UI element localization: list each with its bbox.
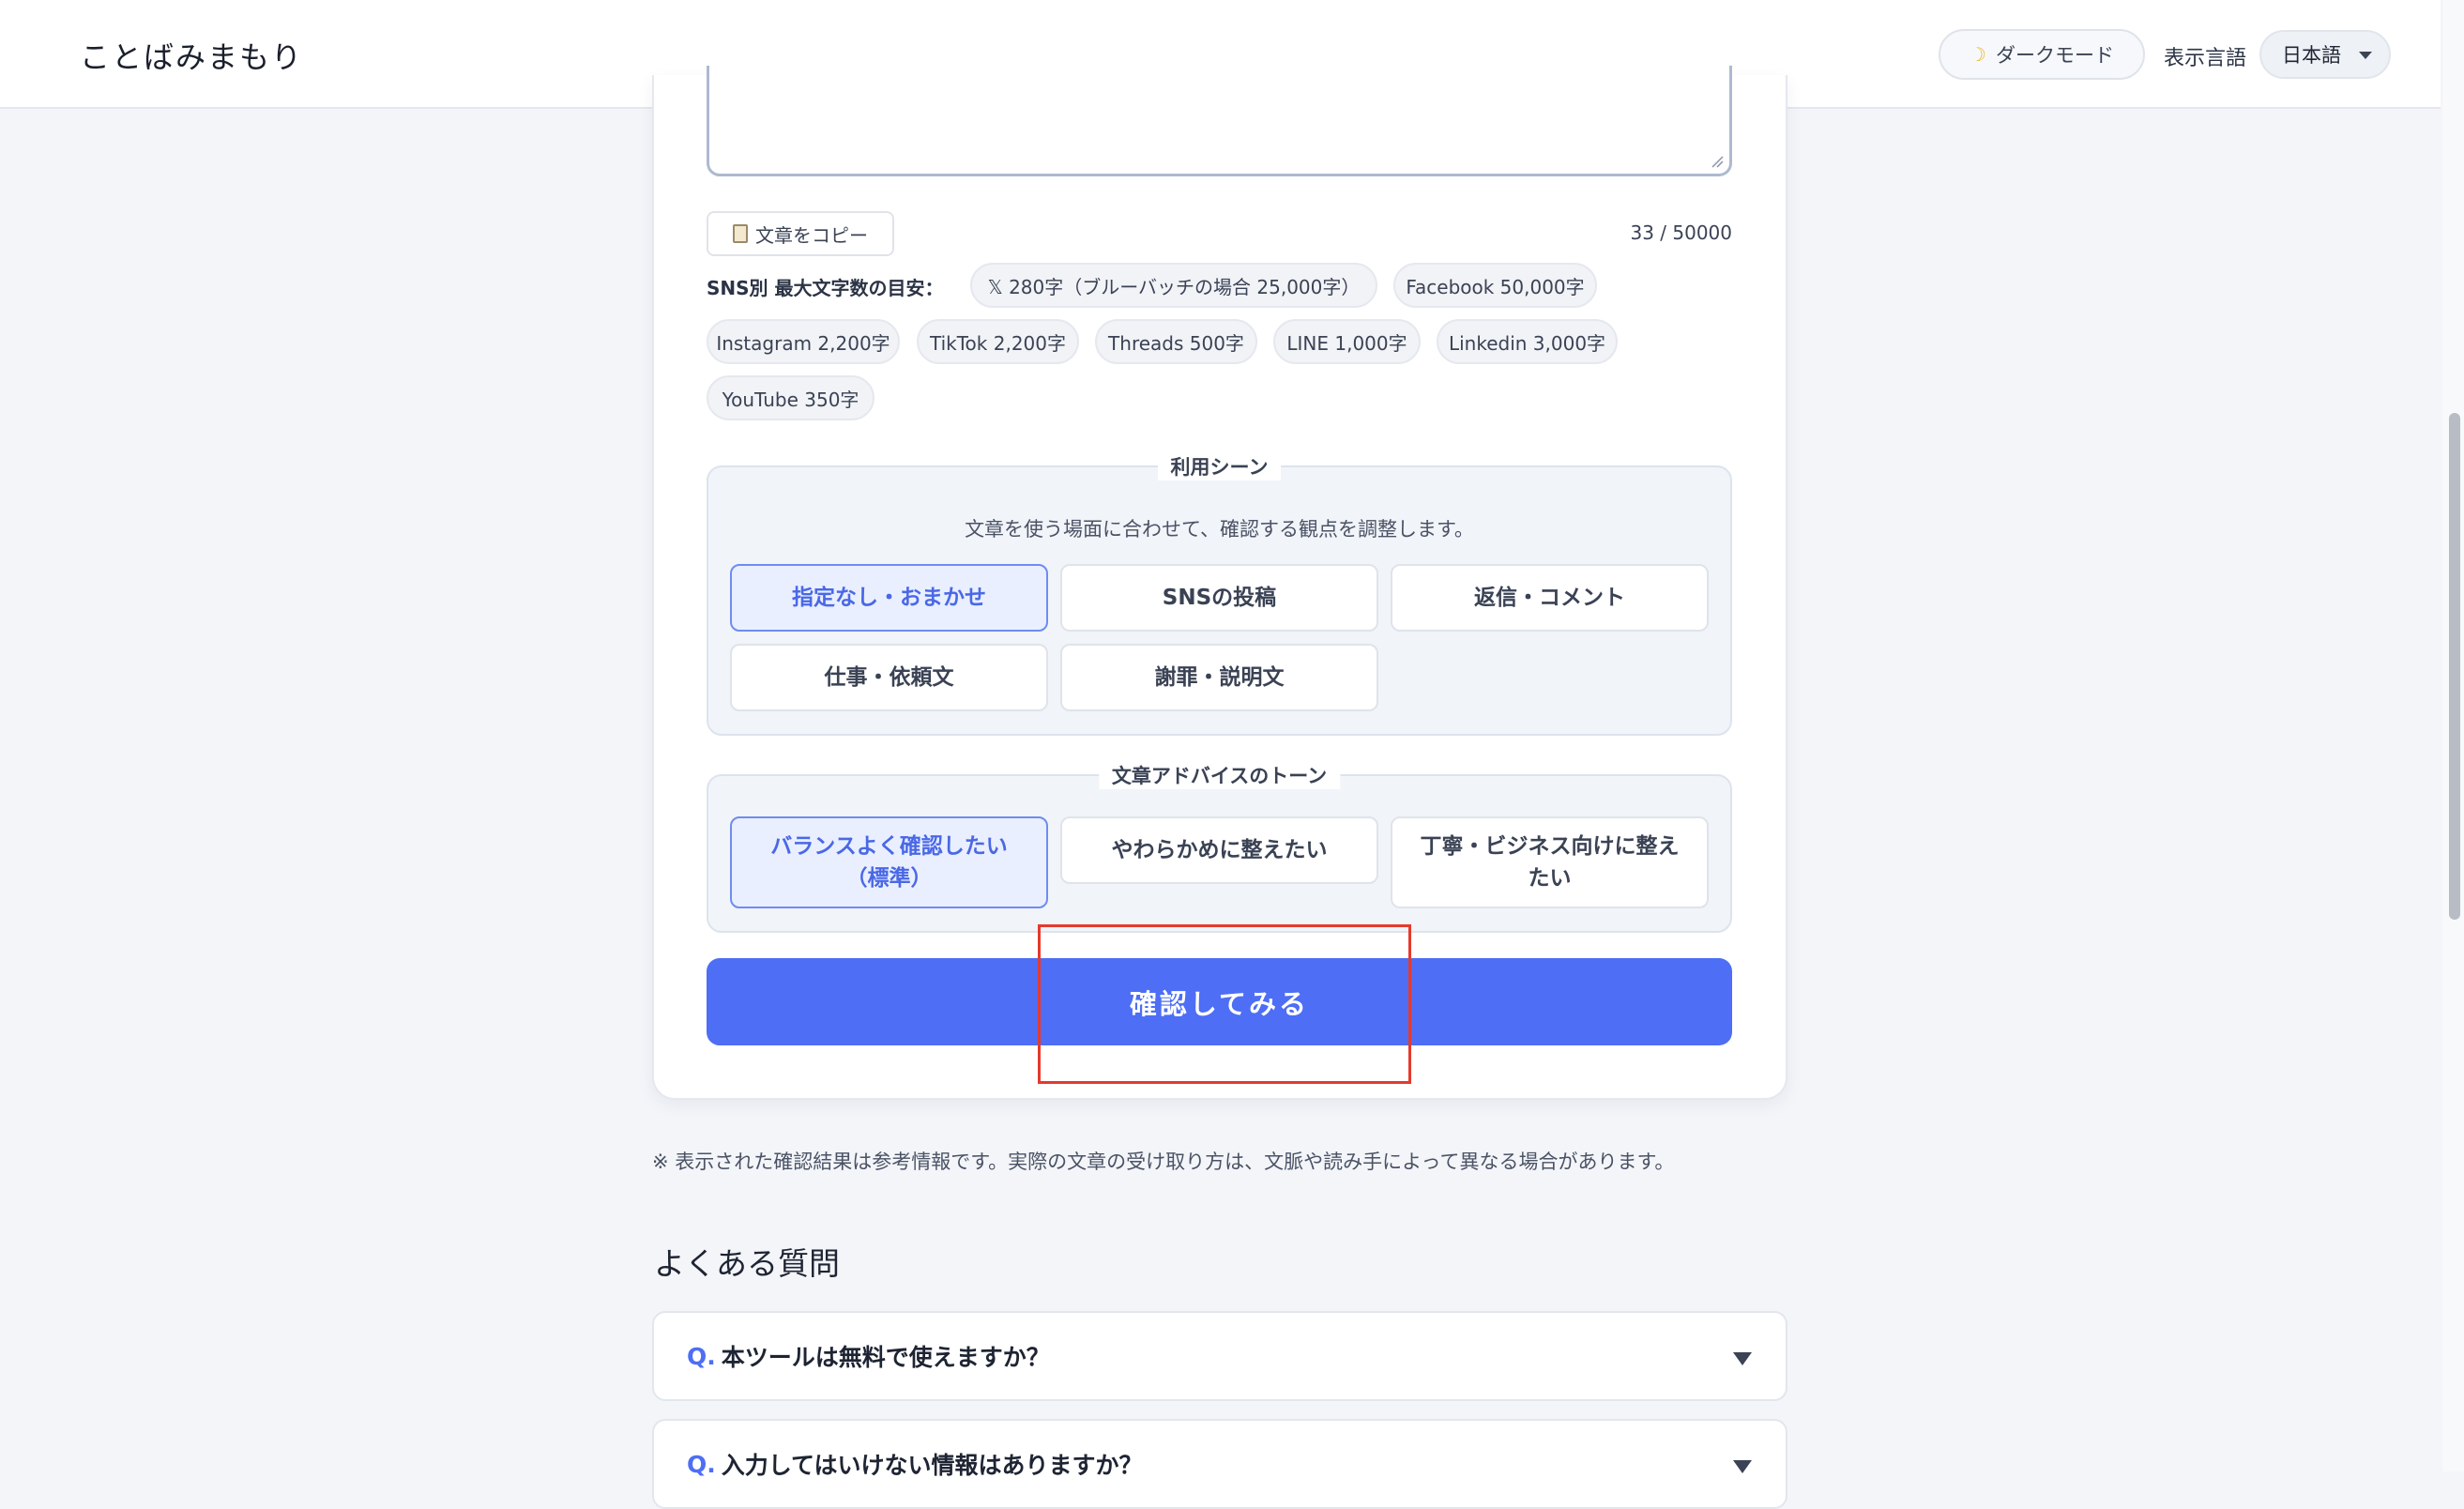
sns-chip-youtube: YouTube 350字 [707,375,875,420]
text-input-area[interactable] [707,66,1732,176]
site-logo[interactable]: ことばみまもり [80,34,303,77]
scene-option-work[interactable]: 仕事・依頼文 [730,644,1048,711]
faq-q-prefix: Q. [687,1342,716,1370]
scene-legend: 利用シーン [1157,452,1282,480]
language-label: 表示言語 [2164,47,2247,70]
language-select[interactable]: 日本語 [2259,30,2391,79]
moon-icon: ☽ [1970,43,1986,66]
tone-legend: 文章アドバイスのトーン [1098,761,1341,789]
dark-mode-button[interactable]: ☽ ダークモード [1939,29,2145,80]
chevron-down-icon [2359,52,2372,59]
sns-chip-line: LINE 1,000字 [1273,319,1421,364]
sns-chip-threads: Threads 500字 [1095,319,1257,364]
copy-text-button[interactable]: 文章をコピー [707,211,894,256]
faq-title: よくある質問 [654,1245,840,1282]
faq-question: 入力してはいけない情報はありますか？ [721,1452,1143,1479]
character-counter: 33 / 50000 [1630,221,1732,244]
sns-chip-linkedin: Linkedin 3,000字 [1437,319,1618,364]
scene-option-auto[interactable]: 指定なし・おまかせ [730,564,1048,632]
sns-chip-x: 𝕏 280字（ブルーバッチの場合 25,000字） [970,263,1377,308]
language-value: 日本語 [2282,44,2341,67]
tone-option-soft[interactable]: やわらかめに整えたい [1060,816,1378,884]
scene-description: 文章を使う場面に合わせて、確認する観点を調整します。 [965,518,1474,541]
sns-chip-instagram: Instagram 2,200字 [707,319,900,364]
chevron-down-icon [1733,1352,1752,1365]
tone-option-business[interactable]: 丁寧・ビジネス向けに整えたい [1391,816,1709,908]
tone-option-balanced[interactable]: バランスよく確認したい（標準） [730,816,1048,908]
annotation-highlight-box [1038,924,1411,1084]
dark-mode-label: ダークモード [1995,44,2114,67]
copy-label: 文章をコピー [755,223,868,247]
scene-option-apology[interactable]: 謝罪・説明文 [1060,644,1378,711]
faq-item[interactable]: Q. 入力してはいけない情報はありますか？ [652,1419,1787,1509]
scene-option-sns[interactable]: SNSの投稿 [1060,564,1378,632]
disclaimer-note: ※ 表示された確認結果は参考情報です。実際の文章の受け取り方は、文脈や読み手によ… [652,1151,1675,1173]
scene-option-reply[interactable]: 返信・コメント [1391,564,1709,632]
sns-limits-label: SNS別 最大文字数の目安： [707,277,944,299]
faq-q-prefix: Q. [687,1450,716,1478]
resize-grip-icon[interactable] [1711,155,1724,168]
sns-chip-facebook: Facebook 50,000字 [1393,263,1597,308]
faq-item[interactable]: Q. 本ツールは無料で使えますか？ [652,1311,1787,1401]
clipboard-icon [733,224,748,243]
faq-question: 本ツールは無料で使えますか？ [721,1344,1050,1371]
sns-chip-tiktok: TikTok 2,200字 [917,319,1079,364]
scrollbar-thumb[interactable] [2449,413,2460,920]
